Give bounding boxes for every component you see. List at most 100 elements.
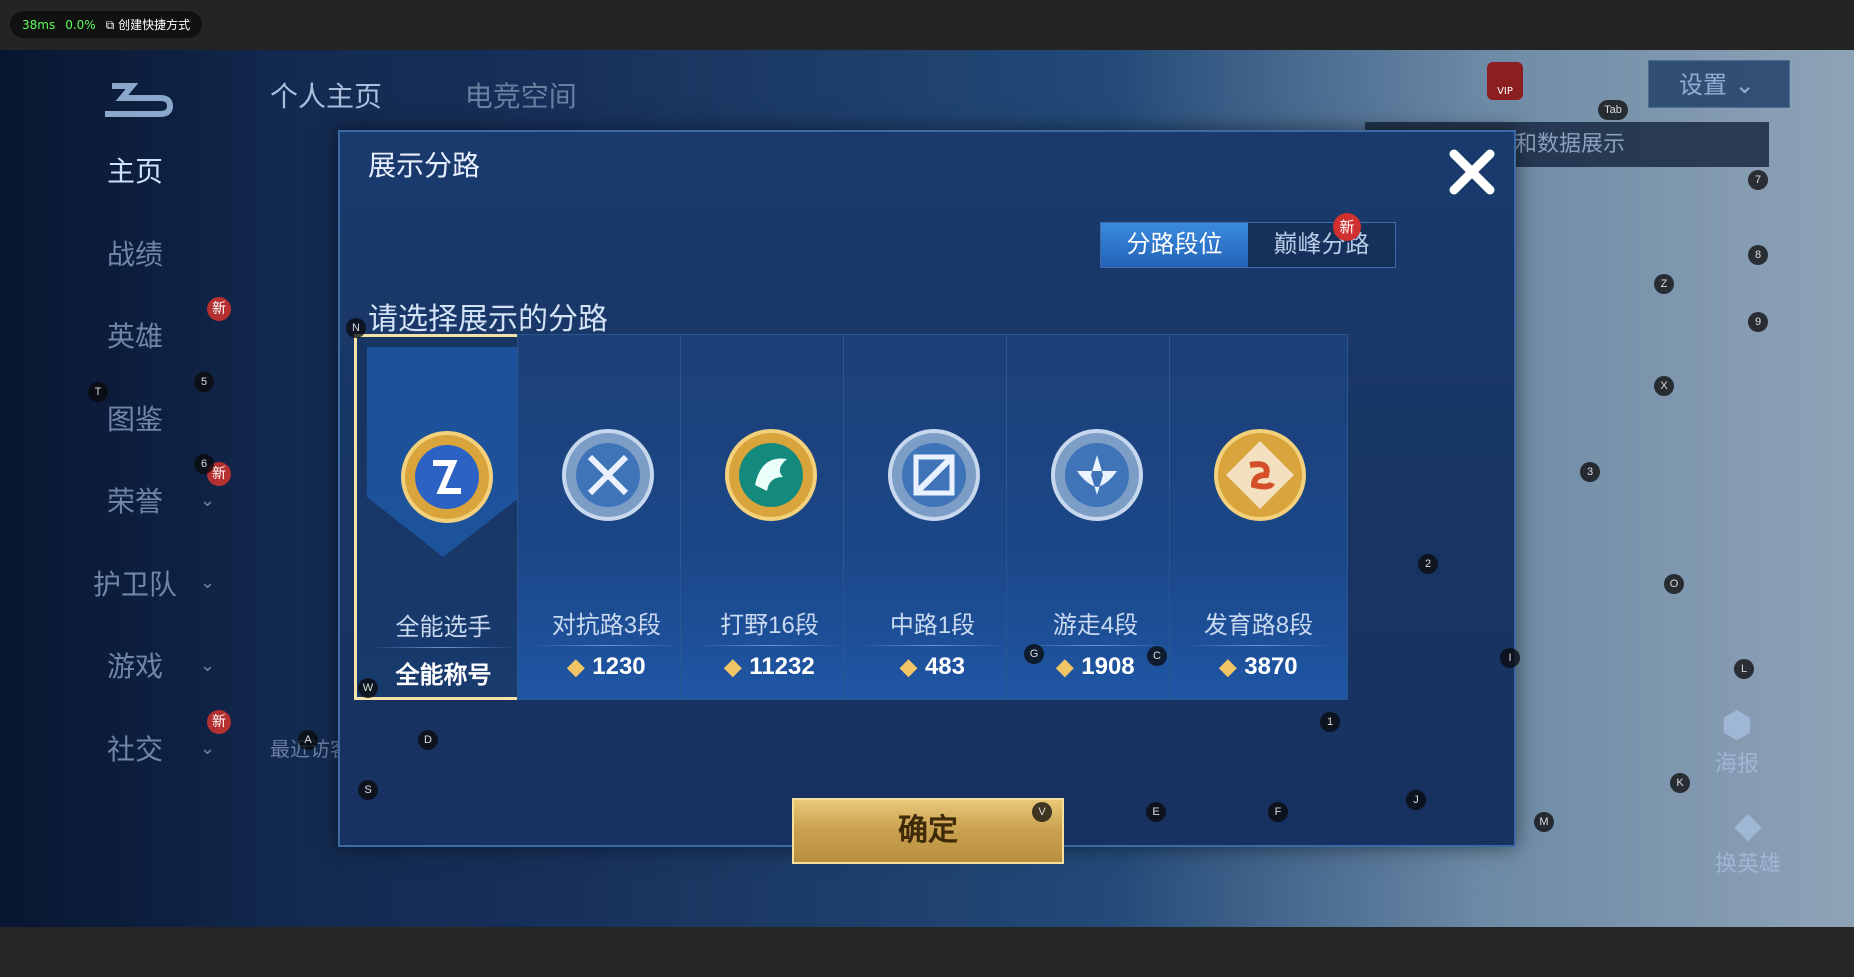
change-hero-button[interactable]: ◆ 换英雄: [1715, 805, 1781, 878]
rank-points-icon: ◆: [1056, 654, 1074, 679]
chevron-down-icon: ⌄: [1734, 71, 1755, 99]
usage-readout: 0.0%: [65, 17, 96, 32]
rank-points-icon: ◆: [724, 654, 742, 679]
key-hint: 5: [194, 372, 214, 392]
close-icon[interactable]: [1442, 142, 1502, 202]
divider: [858, 645, 1007, 646]
score-value: 1908: [1081, 653, 1135, 680]
score-value: 3870: [1244, 653, 1298, 680]
key-hint: E: [1146, 802, 1166, 822]
lane-score: 全能称号: [395, 662, 492, 689]
nav-item-guard[interactable]: 护卫队: [60, 563, 210, 603]
lane-name: 游走4段: [1052, 612, 1139, 639]
key-hint: G: [1024, 644, 1044, 664]
lane-score: ◆ 11232: [681, 653, 858, 681]
lane-card-clash[interactable]: 对抗路3段 ◆ 1230: [517, 334, 696, 700]
new-badge: 新: [207, 710, 231, 734]
mid-lane-icon: [888, 429, 980, 521]
nav-item-honor[interactable]: 荣誉: [60, 480, 210, 520]
shortcut-button[interactable]: ⧉ 创建快捷方式: [106, 16, 190, 33]
shortcut-label: 创建快捷方式: [118, 18, 191, 32]
nav-item-games[interactable]: 游戏: [60, 645, 210, 685]
hero-icon: ◆: [1734, 805, 1762, 846]
performance-overlay: 38ms 0.0% ⧉ 创建快捷方式: [10, 11, 203, 38]
settings-label: 设置: [1679, 71, 1727, 99]
jungle-icon: [725, 429, 817, 521]
key-hint: I: [1500, 648, 1520, 668]
selection-prompt: 请选择展示的分路: [368, 303, 608, 336]
lane-card-allround[interactable]: 全能选手 全能称号: [354, 334, 533, 700]
key-hint: A: [298, 730, 318, 750]
nav-item-records[interactable]: 战绩: [60, 233, 210, 273]
allround-icon: [401, 431, 493, 523]
key-hint: L: [1734, 659, 1754, 679]
top-overlay-bar: 38ms 0.0% ⧉ 创建快捷方式: [0, 0, 1854, 50]
lane-card-jungle[interactable]: 打野16段 ◆ 11232: [680, 334, 859, 700]
nav-item-home[interactable]: 主页: [60, 150, 210, 190]
segment-peak-lane[interactable]: 巅峰分路: [1248, 223, 1395, 267]
lane-name: 打野16段: [720, 612, 819, 639]
score-value: 483: [924, 653, 965, 680]
key-hint: Tab: [1598, 100, 1628, 120]
nav-item-heroes[interactable]: 英雄: [60, 315, 210, 355]
divider: [1021, 645, 1170, 646]
lane-name: 中路1段: [889, 612, 976, 639]
lane-name: 发育路8段: [1203, 612, 1314, 639]
key-hint: J: [1406, 790, 1426, 810]
key-hint: 2: [1418, 554, 1438, 574]
vip-icon: VIP: [1487, 62, 1523, 100]
game-viewport: 主页 战绩 英雄 新 图鉴 荣誉 新 ⌄ 护卫队 ⌄ 游戏 ⌄ 社交 新 ⌄ 个…: [0, 50, 1854, 927]
chevron-down-icon: ⌄: [200, 655, 216, 676]
settings-dropdown[interactable]: 设置 ⌄: [1648, 60, 1790, 108]
key-hint: K: [1670, 773, 1690, 793]
farm-lane-icon: [1214, 429, 1306, 521]
key-hint: O: [1664, 574, 1684, 594]
key-hint: V: [1032, 802, 1052, 822]
key-hint: F: [1268, 802, 1288, 822]
key-hint: 8: [1748, 245, 1768, 265]
chevron-down-icon: ⌄: [200, 738, 216, 759]
divider: [695, 645, 844, 646]
key-hint: Z: [1654, 274, 1674, 294]
back-icon[interactable]: [100, 78, 175, 118]
key-hint: X: [1654, 376, 1674, 396]
key-hint: D: [418, 730, 438, 750]
lane-name: 对抗路3段: [551, 612, 662, 639]
lane-score: ◆ 1230: [518, 653, 695, 681]
rank-points-icon: ◆: [567, 654, 585, 679]
key-hint: 7: [1748, 170, 1768, 190]
nav-item-social[interactable]: 社交: [60, 728, 210, 768]
clash-lane-icon: [562, 429, 654, 521]
lane-score: ◆ 483: [844, 653, 1021, 681]
key-hint: 9: [1748, 312, 1768, 332]
divider: [371, 647, 516, 648]
change-hero-label: 换英雄: [1715, 852, 1782, 877]
nav-item-codex[interactable]: 图鉴: [60, 398, 210, 438]
tab-profile[interactable]: 个人主页: [270, 81, 382, 112]
key-hint: 3: [1580, 462, 1600, 482]
divider: [532, 645, 681, 646]
chevron-down-icon: ⌄: [200, 490, 216, 511]
lane-card-farm[interactable]: 发育路8段 ◆ 3870: [1169, 334, 1348, 700]
divider: [1184, 645, 1333, 646]
poster-label: 海报: [1715, 752, 1760, 777]
lane-card-mid[interactable]: 中路1段 ◆ 483: [843, 334, 1022, 700]
latency-readout: 38ms: [22, 17, 56, 32]
key-hint: 6: [194, 454, 214, 474]
segment-lane-rank[interactable]: 分路段位: [1101, 223, 1248, 267]
poster-icon: ⬢: [1721, 705, 1753, 746]
tab-esports[interactable]: 电竞空间: [465, 81, 577, 112]
new-badge: 新: [1333, 213, 1361, 241]
rank-points-icon: ◆: [900, 654, 917, 679]
score-value: 1230: [592, 653, 646, 680]
roam-icon: [1051, 429, 1143, 521]
confirm-button[interactable]: 确定: [792, 798, 1064, 864]
lane-display-dialog: 展示分路 分路段位 巅峰分路 新 请选择展示的分路 全能选手 全能称号 对抗路3…: [338, 130, 1516, 864]
poster-button[interactable]: ⬢ 海报: [1715, 705, 1759, 778]
key-hint: N: [346, 318, 366, 338]
key-hint: T: [88, 382, 108, 402]
new-badge: 新: [207, 297, 231, 321]
key-hint: M: [1534, 812, 1554, 832]
key-hint: C: [1147, 646, 1167, 666]
bottom-bar: [0, 927, 1854, 977]
